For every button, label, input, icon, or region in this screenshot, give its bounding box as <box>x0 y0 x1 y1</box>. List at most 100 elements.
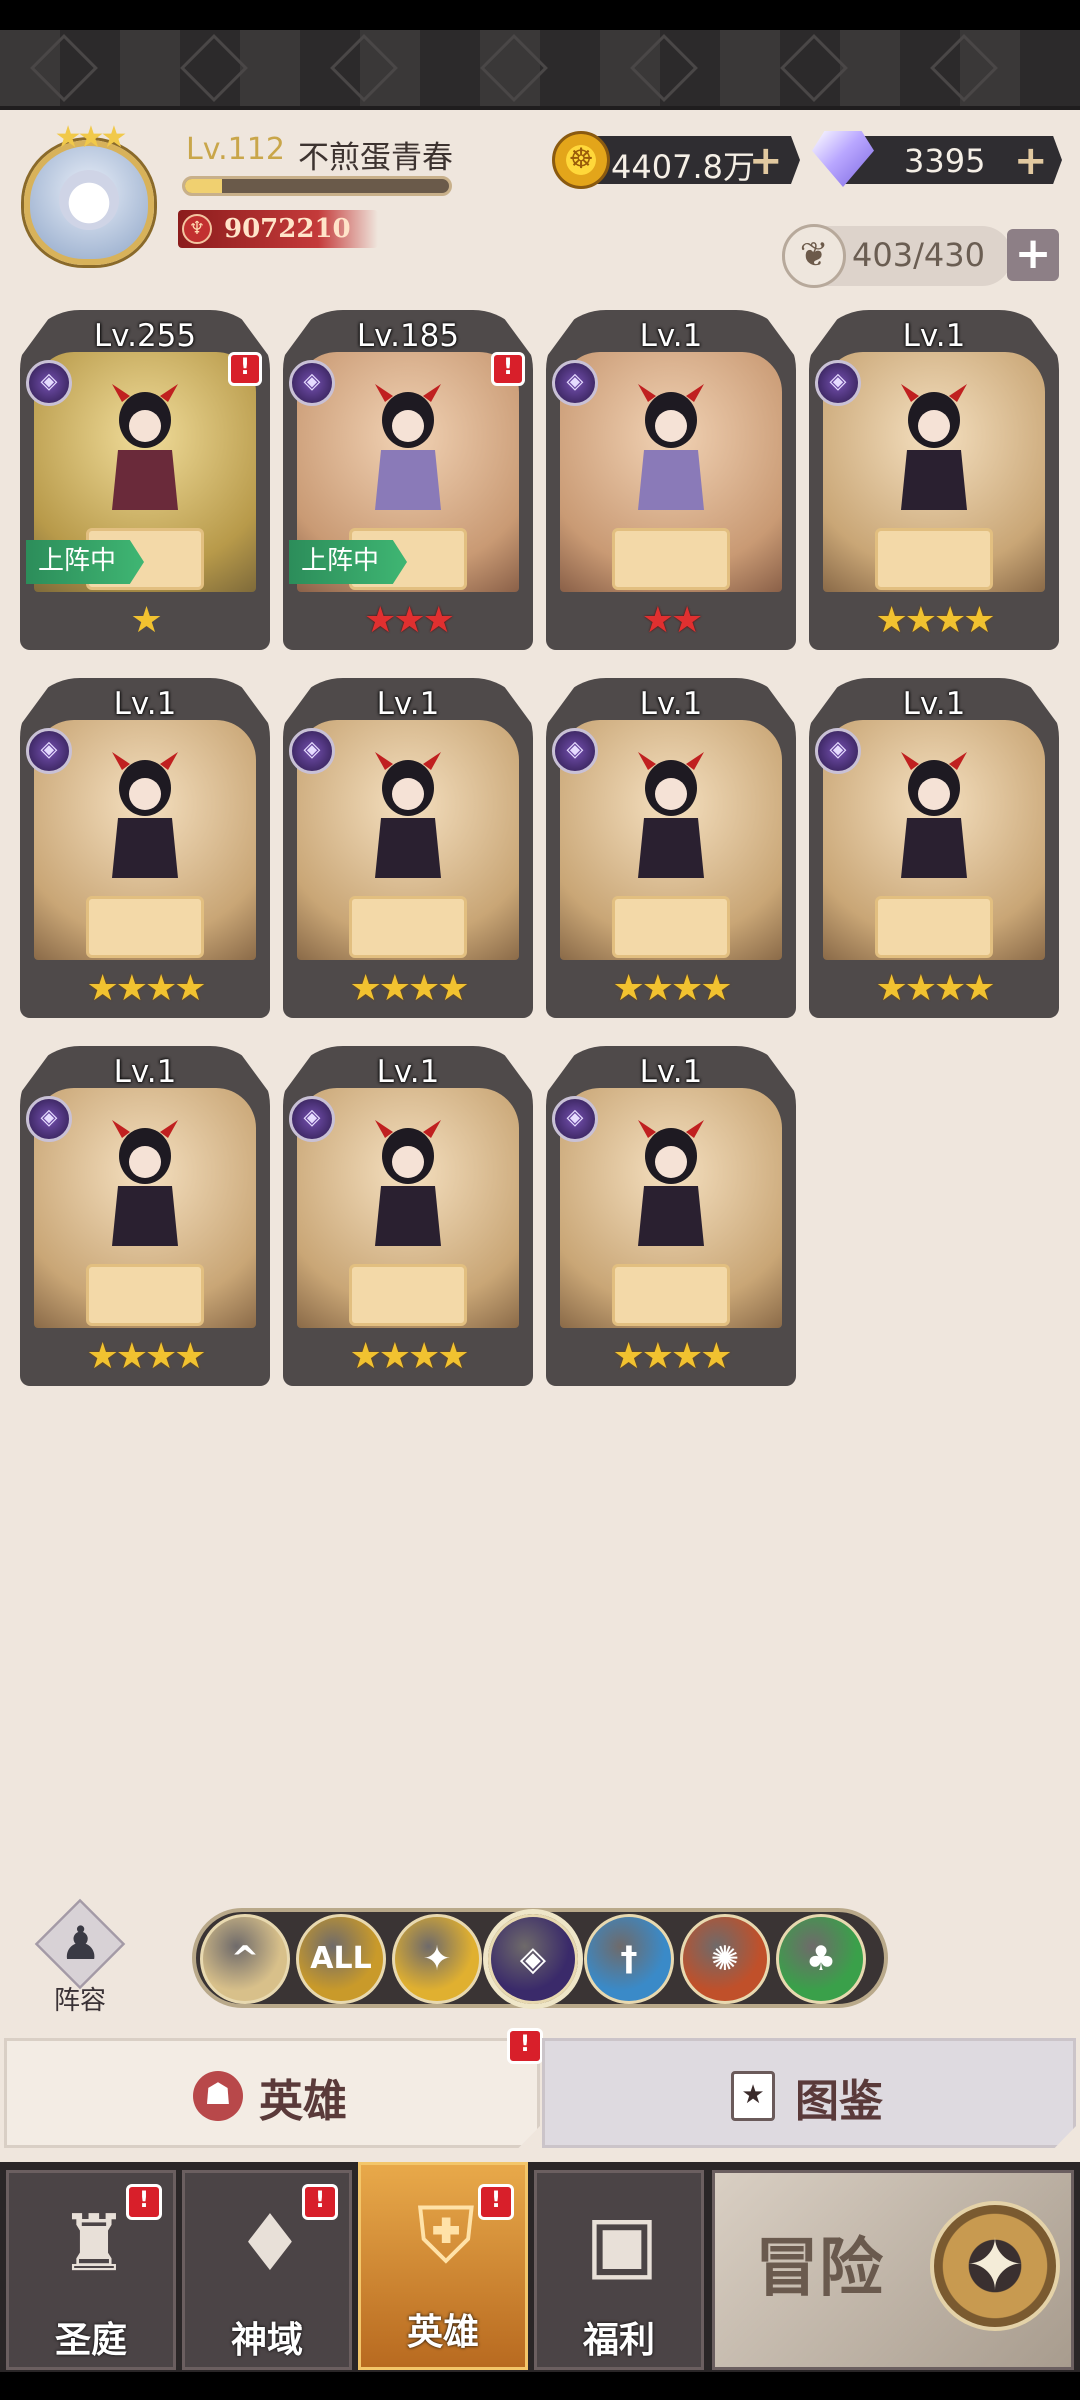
power-icon: ♆ <box>182 214 212 244</box>
top-decoration-band <box>0 30 1080 110</box>
dark-faction-icon: ◈ <box>552 360 598 406</box>
nav-alert-badge: ! <box>478 2184 514 2220</box>
hero-star-rating: ★★★★ <box>612 968 732 1009</box>
dark-faction-icon: ◈ <box>26 360 72 406</box>
hero-star-rating: ★★★★ <box>875 968 995 1009</box>
hero-sprite <box>375 1120 441 1246</box>
hero-sprite <box>638 384 704 510</box>
hero-card[interactable]: Lv.1 ◈ ★★★★ <box>809 310 1059 650</box>
hero-pedestal <box>612 1264 730 1326</box>
hero-pedestal <box>86 896 204 958</box>
lineup-button[interactable]: ♟ 阵容 <box>30 1898 130 2016</box>
hero-alert-badge: ! <box>491 352 525 386</box>
nav-alert-badge: ! <box>302 2184 338 2220</box>
all-icon[interactable]: ALL <box>296 1914 386 2004</box>
avatar-portrait <box>59 170 119 230</box>
dark-faction-icon: ◈ <box>815 360 861 406</box>
dark-faction-icon: ◈ <box>289 728 335 774</box>
light-faction-icon[interactable]: ✦ <box>392 1914 482 2004</box>
hero-star-rating: ★★★★ <box>875 600 995 641</box>
hero-sprite <box>112 1120 178 1246</box>
hero-pedestal <box>86 1264 204 1326</box>
decoration-diamond <box>480 34 548 102</box>
hero-level: Lv.1 <box>113 1054 177 1090</box>
hero-sprite <box>638 752 704 878</box>
hero-level: Lv.185 <box>356 318 460 354</box>
hero-card[interactable]: Lv.1 ◈ ★★★★ <box>283 1046 533 1386</box>
player-name: 不煎蛋青春 <box>298 140 453 176</box>
hero-level: Lv.1 <box>376 1054 440 1090</box>
adventure-button[interactable]: 冒险 ✦ <box>712 2170 1074 2370</box>
hero-pedestal <box>349 896 467 958</box>
decoration-diamond <box>780 34 848 102</box>
hero-card[interactable]: Lv.1 ◈ ★★★★ <box>20 678 270 1018</box>
hero-pedestal <box>875 896 993 958</box>
nav-item-label: 圣庭 <box>54 2320 127 2361</box>
dark-faction-icon: ◈ <box>289 360 335 406</box>
hero-star-rating: ★ <box>20 600 270 641</box>
hero-sprite <box>638 1120 704 1246</box>
hero-card[interactable]: Lv.1 ◈ ★★★★ <box>283 678 533 1018</box>
tab-codex[interactable]: ★ 图鉴 <box>542 2038 1076 2148</box>
helmet-icon: ☗ <box>193 2071 243 2121</box>
holy-faction-icon[interactable]: † <box>584 1914 674 2004</box>
hero-level: Lv.255 <box>93 318 197 354</box>
decoration-diamond <box>330 34 398 102</box>
hero-level: Lv.1 <box>902 318 966 354</box>
hero-card[interactable]: Lv.1 ◈ ★★★★ <box>546 678 796 1018</box>
hero-capacity-value: 403/430 <box>852 236 985 274</box>
tab-heroes[interactable]: ☗ 英雄 <box>4 2038 540 2148</box>
hero-pedestal <box>349 1264 467 1326</box>
decoration-diamond <box>630 34 698 102</box>
gem-value: 3395 <box>904 142 986 180</box>
tab-heroes-alert-badge: ! <box>507 2028 543 2064</box>
hero-sprite <box>112 752 178 878</box>
nature-faction-icon[interactable]: ♣ <box>776 1914 866 2004</box>
tab-heroes-label: 英雄 <box>259 2076 347 2127</box>
dark-faction-icon[interactable]: ◈ <box>488 1914 578 2004</box>
avatar-rank-stars-icon: ★★★ <box>54 120 128 155</box>
nav-item-label: 英雄 <box>406 2312 479 2353</box>
lineup-label: 阵容 <box>53 1986 106 2016</box>
hero-card[interactable]: Lv.1 ◈ ★★ <box>546 310 796 650</box>
hero-star-rating: ★★ <box>641 600 704 641</box>
hero-pedestal <box>875 528 993 590</box>
star-book-icon: ★ <box>731 2071 775 2121</box>
hero-star-rating: ★★★ <box>364 600 455 641</box>
hero-star-rating: ★★★★ <box>612 1336 732 1377</box>
dark-faction-icon: ◈ <box>26 728 72 774</box>
hero-star-rating: ★★★★ <box>86 1336 206 1377</box>
nav-alert-badge: ! <box>126 2184 162 2220</box>
hero-level: Lv.1 <box>902 686 966 722</box>
hero-sprite <box>901 384 967 510</box>
dark-faction-icon: ◈ <box>552 728 598 774</box>
gem-resource-bar: 3395 + <box>840 136 1062 184</box>
expand-capacity-button[interactable]: + <box>1007 229 1059 281</box>
hero-pedestal <box>612 896 730 958</box>
hero-star-rating: ★★★★ <box>86 968 206 1009</box>
combat-power-value: 9072210 <box>224 214 351 244</box>
hero-card[interactable]: Lv.1 ◈ ★★★★ <box>546 1046 796 1386</box>
hero-alert-badge: ! <box>228 352 262 386</box>
hero-star-rating: ★★★★ <box>349 1336 469 1377</box>
hero-card[interactable]: Lv.185 ◈! 上阵中 ★★★ <box>283 310 533 650</box>
nav-item-label: 福利 <box>582 2320 655 2361</box>
adventure-label: 冒险 <box>755 2232 883 2306</box>
hero-card[interactable]: Lv.1 ◈ ★★★★ <box>809 678 1059 1018</box>
treasure-chest-icon: ▣ <box>585 2199 659 2289</box>
add-gems-button[interactable]: + <box>1014 138 1048 184</box>
deployed-tag: 上阵中 <box>26 540 144 584</box>
add-gold-button[interactable]: + <box>749 138 783 184</box>
hero-card[interactable]: Lv.255 ◈! 上阵中 ★ <box>20 310 270 650</box>
chevron-up-icon[interactable]: ^ <box>200 1914 290 2004</box>
hero-card[interactable]: Lv.1 ◈ ★★★★ <box>20 1046 270 1386</box>
chess-pawn-icon: ♟ <box>60 1916 102 1970</box>
hero-star-rating: ★★★★ <box>349 968 469 1009</box>
combat-power-badge: ♆ 9072210 <box>178 210 378 248</box>
player-avatar[interactable]: ★★★ <box>14 120 164 270</box>
xp-progress-fill <box>185 179 222 193</box>
decoration-diamond <box>930 34 998 102</box>
nav-item[interactable]: ▣ 福利 <box>534 2170 704 2370</box>
beast-faction-icon[interactable]: ✺ <box>680 1914 770 2004</box>
gold-value: 4407.8万 <box>611 148 755 186</box>
